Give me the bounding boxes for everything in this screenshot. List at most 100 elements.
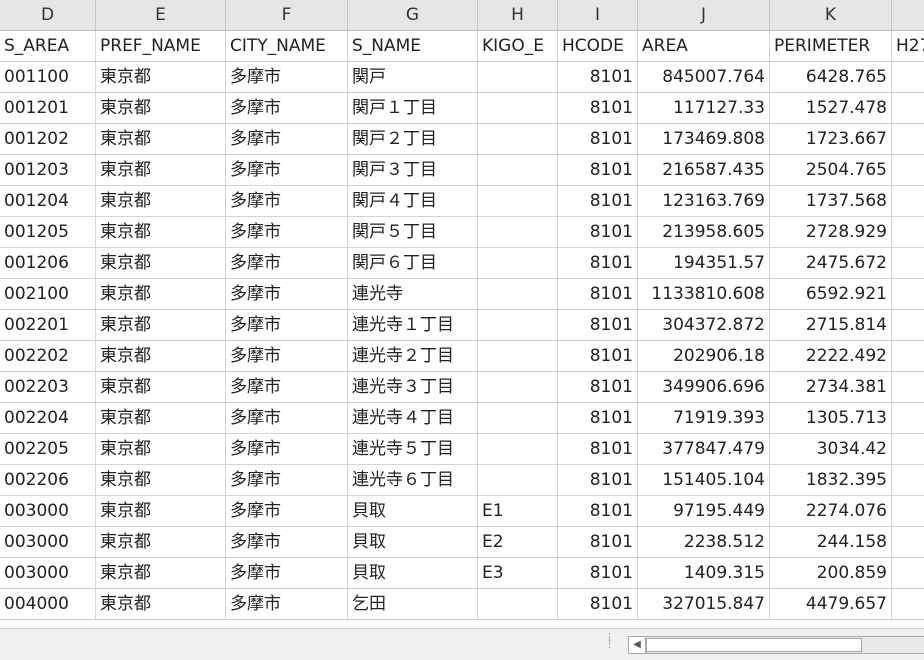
cell-pref-name[interactable]: 東京都 [96, 248, 226, 279]
cell-kigo-e[interactable] [478, 279, 558, 310]
cell-h27[interactable] [892, 465, 924, 496]
cell-hcode[interactable]: 8101 [558, 434, 638, 465]
cell-s-area[interactable]: 002206 [0, 465, 96, 496]
cell-kigo-e[interactable] [478, 589, 558, 620]
cell-s-area[interactable]: 001203 [0, 155, 96, 186]
cell-area[interactable]: 216587.435 [638, 155, 770, 186]
cell-perimeter[interactable]: 4479.657 [770, 589, 892, 620]
cell-city-name[interactable]: 多摩市 [226, 341, 348, 372]
cell-city-name[interactable]: 多摩市 [226, 403, 348, 434]
cell-h27[interactable] [892, 341, 924, 372]
cell-s-area[interactable]: 001201 [0, 93, 96, 124]
cell-s-name[interactable]: 貝取 [348, 558, 478, 589]
header-cell-kigo-e[interactable]: KIGO_E [478, 31, 558, 62]
cell-hcode[interactable]: 8101 [558, 496, 638, 527]
cell-city-name[interactable]: 多摩市 [226, 434, 348, 465]
cell-s-name[interactable]: 連光寺１丁目 [348, 310, 478, 341]
cell-perimeter[interactable]: 6428.765 [770, 62, 892, 93]
cell-kigo-e[interactable]: E3 [478, 558, 558, 589]
column-header-k[interactable]: K [770, 0, 892, 31]
cell-area[interactable]: 377847.479 [638, 434, 770, 465]
header-cell-perimeter[interactable]: PERIMETER [770, 31, 892, 62]
cell-h27[interactable] [892, 310, 924, 341]
cell-pref-name[interactable]: 東京都 [96, 279, 226, 310]
cell-area[interactable]: 151405.104 [638, 465, 770, 496]
cell-kigo-e[interactable] [478, 93, 558, 124]
cell-hcode[interactable]: 8101 [558, 155, 638, 186]
cell-area[interactable]: 327015.847 [638, 589, 770, 620]
header-cell-pref-name[interactable]: PREF_NAME [96, 31, 226, 62]
cell-pref-name[interactable]: 東京都 [96, 496, 226, 527]
cell-perimeter[interactable]: 6592.921 [770, 279, 892, 310]
cell-hcode[interactable]: 8101 [558, 279, 638, 310]
cell-s-name[interactable]: 連光寺５丁目 [348, 434, 478, 465]
cell-hcode[interactable]: 8101 [558, 186, 638, 217]
column-header-j[interactable]: J [638, 0, 770, 31]
cell-area[interactable]: 1409.315 [638, 558, 770, 589]
cell-kigo-e[interactable] [478, 372, 558, 403]
cell-kigo-e[interactable] [478, 434, 558, 465]
header-cell-s-name[interactable]: S_NAME [348, 31, 478, 62]
cell-pref-name[interactable]: 東京都 [96, 155, 226, 186]
cell-hcode[interactable]: 8101 [558, 372, 638, 403]
cell-h27[interactable] [892, 434, 924, 465]
column-header-h[interactable]: H [478, 0, 558, 31]
cell-s-name[interactable]: 関戸２丁目 [348, 124, 478, 155]
scroll-left-arrow-icon[interactable]: ◀ [628, 636, 646, 654]
cell-hcode[interactable]: 8101 [558, 403, 638, 434]
cell-kigo-e[interactable] [478, 248, 558, 279]
cell-kigo-e[interactable] [478, 341, 558, 372]
cell-area[interactable]: 123163.769 [638, 186, 770, 217]
cell-s-name[interactable]: 連光寺６丁目 [348, 465, 478, 496]
cell-s-area[interactable]: 004000 [0, 589, 96, 620]
cell-pref-name[interactable]: 東京都 [96, 527, 226, 558]
cell-hcode[interactable]: 8101 [558, 558, 638, 589]
cell-s-area[interactable]: 003000 [0, 558, 96, 589]
cell-perimeter[interactable]: 1305.713 [770, 403, 892, 434]
cell-s-name[interactable]: 関戸４丁目 [348, 186, 478, 217]
cell-kigo-e[interactable] [478, 217, 558, 248]
cell-h27[interactable] [892, 589, 924, 620]
cell-h27[interactable] [892, 186, 924, 217]
column-header-i[interactable]: I [558, 0, 638, 31]
cell-s-area[interactable]: 001204 [0, 186, 96, 217]
cell-h27[interactable] [892, 527, 924, 558]
cell-city-name[interactable]: 多摩市 [226, 186, 348, 217]
cell-area[interactable]: 71919.393 [638, 403, 770, 434]
spreadsheet-grid[interactable]: D E F G H I J K S_AREA PREF_NAME CITY_NAME S_NAME KI… [0, 0, 924, 628]
cell-hcode[interactable]: 8101 [558, 62, 638, 93]
cell-s-area[interactable]: 003000 [0, 527, 96, 558]
header-cell-h27[interactable]: H27 [892, 31, 924, 62]
cell-city-name[interactable]: 多摩市 [226, 372, 348, 403]
cell-h27[interactable] [892, 248, 924, 279]
cell-kigo-e[interactable]: E2 [478, 527, 558, 558]
header-cell-area[interactable]: AREA [638, 31, 770, 62]
cell-pref-name[interactable]: 東京都 [96, 465, 226, 496]
cell-pref-name[interactable]: 東京都 [96, 93, 226, 124]
column-header-e[interactable]: E [96, 0, 226, 31]
cell-perimeter[interactable]: 2274.076 [770, 496, 892, 527]
cell-h27[interactable] [892, 403, 924, 434]
cell-perimeter[interactable]: 2734.381 [770, 372, 892, 403]
cell-pref-name[interactable]: 東京都 [96, 341, 226, 372]
cell-perimeter[interactable]: 3034.42 [770, 434, 892, 465]
cell-hcode[interactable]: 8101 [558, 310, 638, 341]
cell-city-name[interactable]: 多摩市 [226, 248, 348, 279]
cell-s-name[interactable]: 関戸３丁目 [348, 155, 478, 186]
cell-kigo-e[interactable]: E1 [478, 496, 558, 527]
cell-city-name[interactable]: 多摩市 [226, 465, 348, 496]
cell-city-name[interactable]: 多摩市 [226, 217, 348, 248]
cell-perimeter[interactable]: 2475.672 [770, 248, 892, 279]
horizontal-scroll-thumb[interactable] [646, 638, 862, 652]
cell-hcode[interactable]: 8101 [558, 527, 638, 558]
cell-pref-name[interactable]: 東京都 [96, 558, 226, 589]
cell-s-area[interactable]: 002204 [0, 403, 96, 434]
cell-perimeter[interactable]: 1723.667 [770, 124, 892, 155]
header-cell-s-area[interactable]: S_AREA [0, 31, 96, 62]
cell-hcode[interactable]: 8101 [558, 589, 638, 620]
column-header-g[interactable]: G [348, 0, 478, 31]
cell-city-name[interactable]: 多摩市 [226, 558, 348, 589]
cell-kigo-e[interactable] [478, 62, 558, 93]
cell-kigo-e[interactable] [478, 124, 558, 155]
cell-h27[interactable] [892, 372, 924, 403]
